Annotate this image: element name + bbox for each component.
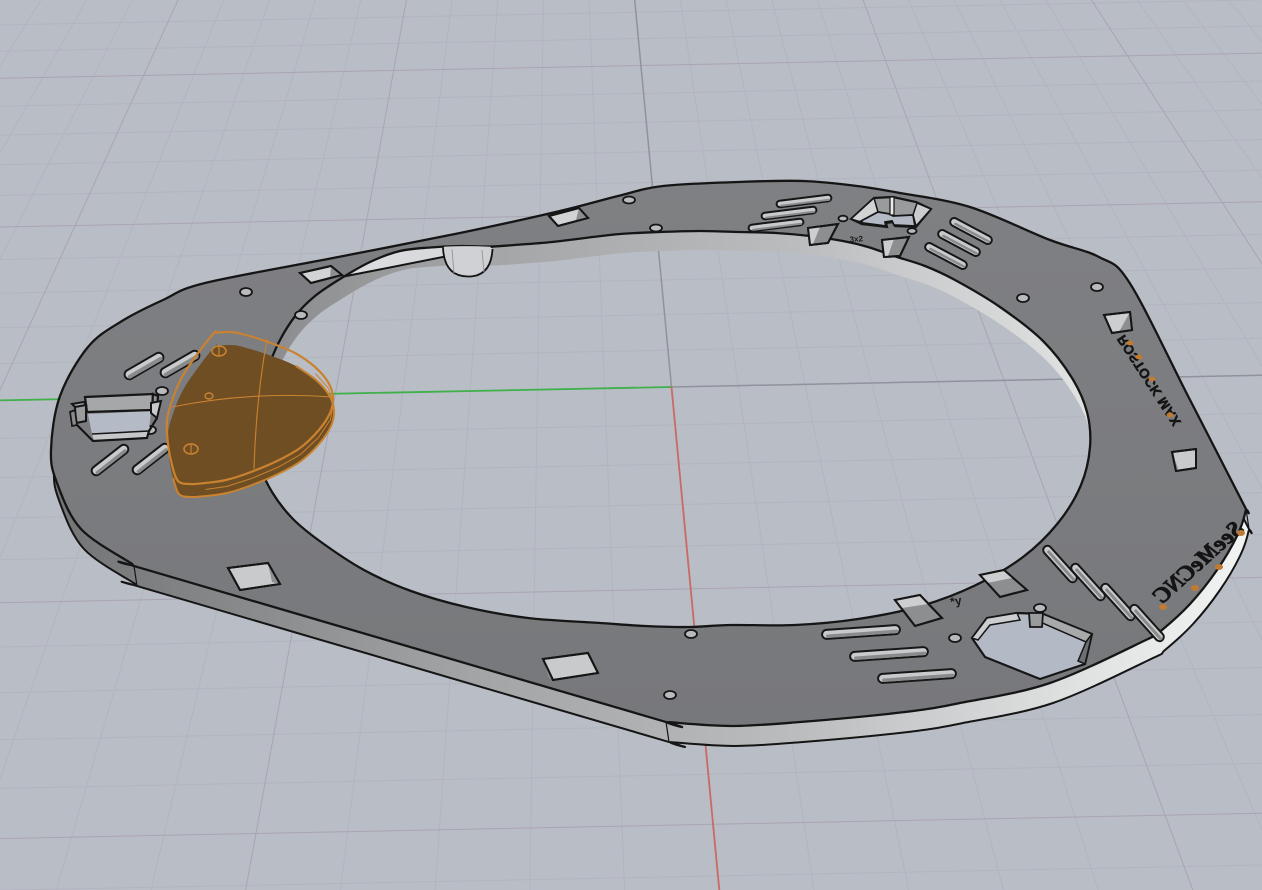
svg-text:3x2: 3x2: [849, 234, 863, 244]
